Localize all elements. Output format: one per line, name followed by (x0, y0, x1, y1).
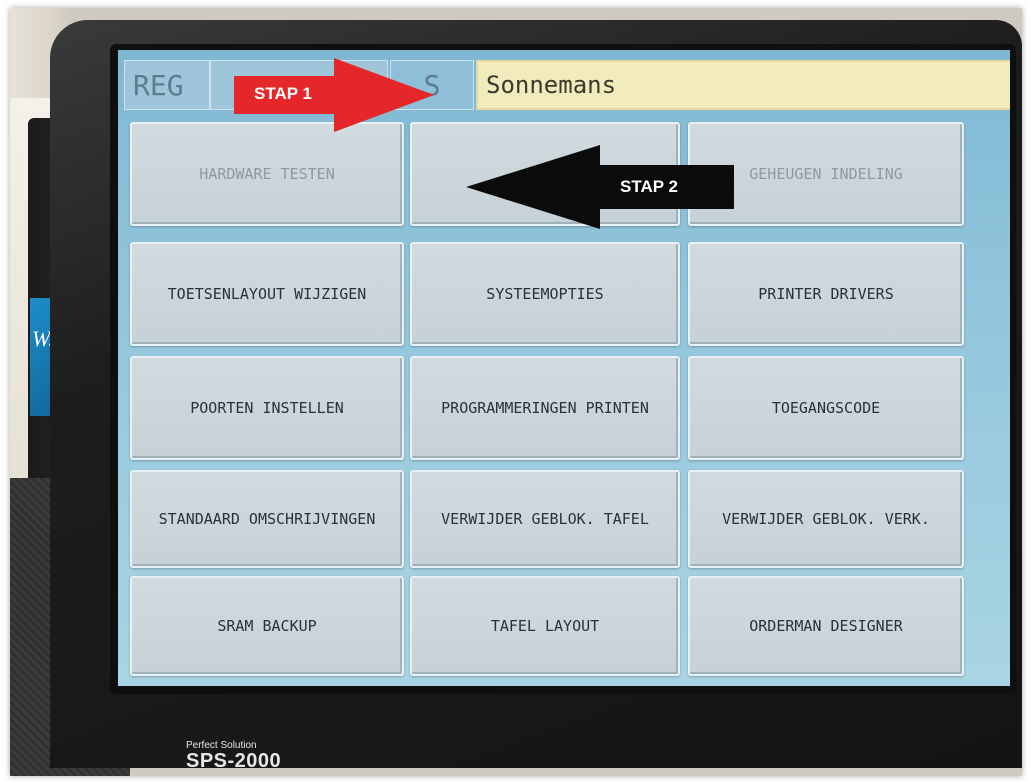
standaard-omschrijvingen-button[interactable]: STANDAARD OMSCHRIJVINGEN (130, 470, 404, 568)
programmeringen-printen-button[interactable]: PROGRAMMERINGEN PRINTEN (410, 356, 680, 460)
step1-label: STAP 1 (254, 84, 312, 103)
verwijder-geblok-verk-button[interactable]: VERWIJDER GEBLOK. VERK. (688, 470, 964, 568)
step2-label: STAP 2 (620, 177, 678, 196)
toegangscode-button[interactable]: TOEGANGSCODE (688, 356, 964, 460)
orderman-designer-button[interactable]: ORDERMAN DESIGNER (688, 576, 964, 676)
tafel-layout-button[interactable]: TAFEL LAYOUT (410, 576, 680, 676)
printer-drivers-button[interactable]: PRINTER DRIVERS (688, 242, 964, 346)
sram-backup-button[interactable]: SRAM BACKUP (130, 576, 404, 676)
step2-arrow-icon (466, 145, 734, 229)
verwijder-geblok-tafel-button[interactable]: VERWIJDER GEBLOK. TAFEL (410, 470, 680, 568)
toetsenlayout-wijzigen-button[interactable]: TOETSENLAYOUT WIJZIGEN (130, 242, 404, 346)
hardware-testen-button[interactable]: HARDWARE TESTEN (130, 122, 404, 226)
brand-model: SPS-2000 (186, 750, 282, 772)
systeemopties-button[interactable]: SYSTEEMOPTIES (410, 242, 680, 346)
poorten-instellen-button[interactable]: POORTEN INSTELLEN (130, 356, 404, 460)
tab-reg[interactable]: REG (124, 60, 210, 110)
user-name-field: Sonnemans (476, 60, 1010, 110)
device-brand: Perfect Solution SPS-2000 (186, 741, 282, 772)
